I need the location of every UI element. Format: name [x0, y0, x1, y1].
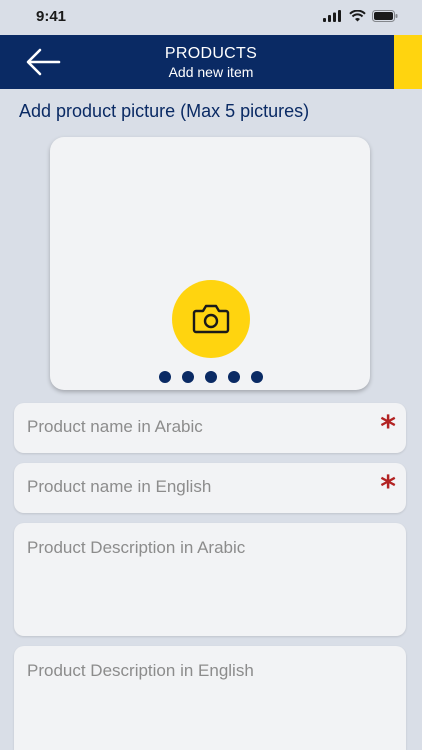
carousel-dot[interactable] [182, 371, 194, 383]
battery-icon [372, 10, 398, 22]
required-asterisk: * [380, 410, 396, 445]
app-header: PRODUCTS Add new item [0, 35, 422, 89]
carousel-dot[interactable] [228, 371, 240, 383]
status-bar: 9:41 [0, 0, 422, 35]
product-name-english-placeholder: Product name in English [27, 477, 212, 496]
wifi-icon [349, 10, 366, 22]
status-time: 9:41 [36, 8, 67, 25]
required-asterisk: * [380, 470, 396, 505]
carousel-dot[interactable] [205, 371, 217, 383]
product-description-english-placeholder: Product Description in English [27, 661, 254, 680]
product-name-english-field[interactable]: Product name in English * [14, 463, 406, 513]
product-description-english-field[interactable]: Product Description in English [14, 646, 406, 750]
signal-icon [323, 10, 341, 22]
product-name-arabic-placeholder: Product name in Arabic [27, 417, 203, 436]
product-description-arabic-placeholder: Product Description in Arabic [27, 538, 246, 557]
picture-section-label: Add product picture (Max 5 pictures) [19, 101, 310, 121]
carousel-dots [159, 371, 263, 383]
add-photo-button[interactable] [172, 280, 250, 358]
picture-carousel[interactable] [50, 137, 370, 390]
header-accent-bar [394, 35, 422, 89]
page-title: PRODUCTS [164, 45, 258, 62]
carousel-dot[interactable] [159, 371, 171, 383]
carousel-dot[interactable] [251, 371, 263, 383]
page-subtitle: Add new item [168, 64, 254, 80]
status-icons [323, 8, 398, 24]
product-name-arabic-field[interactable]: Product name in Arabic * [14, 403, 406, 453]
camera-icon [192, 304, 230, 334]
product-description-arabic-field[interactable]: Product Description in Arabic [14, 523, 406, 636]
